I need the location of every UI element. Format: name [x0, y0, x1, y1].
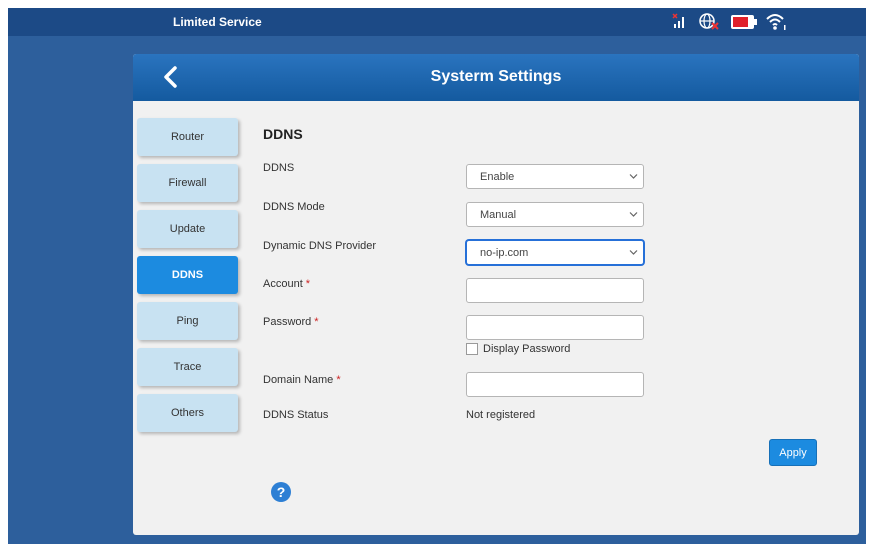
chevron-down-icon: [629, 250, 638, 255]
chevron-down-icon: [629, 212, 638, 217]
sidebar-item-others[interactable]: Others: [137, 394, 238, 432]
sidebar-item-update[interactable]: Update: [137, 210, 238, 248]
sidebar-item-ddns[interactable]: DDNS: [137, 256, 238, 294]
display-password-option[interactable]: Display Password: [466, 343, 570, 355]
domain-name-label-text: Domain Name: [263, 374, 334, 386]
password-input[interactable]: [466, 315, 644, 340]
domain-name-label: Domain Name *: [263, 374, 341, 386]
sidebar-item-label: Firewall: [168, 177, 207, 189]
settings-panel: Systerm Settings Router Firewall Update …: [133, 54, 859, 535]
chevron-down-icon: [629, 174, 638, 179]
ddns-mode-select-value: Manual: [480, 209, 517, 221]
sidebar-item-label: Router: [170, 131, 205, 143]
wifi-icon: [766, 14, 786, 30]
globe-no-connection-icon: [699, 13, 719, 30]
ddns-label: DDNS: [263, 162, 295, 174]
password-label-text: Password: [263, 316, 312, 328]
dns-provider-select[interactable]: no-ip.com: [466, 240, 644, 265]
account-label-text: Account: [263, 278, 303, 290]
sidebar-item-label: Update: [169, 223, 206, 235]
account-input[interactable]: [466, 278, 644, 303]
device-screen: Limited Service Systerm Settings Router …: [8, 8, 866, 544]
ddns-status-value: Not registered: [466, 409, 536, 421]
display-password-label: Display Password: [483, 343, 571, 355]
section-title: DDNS: [263, 126, 303, 142]
required-mark: *: [314, 316, 319, 328]
help-glyph: ?: [276, 484, 286, 500]
dns-provider-label: Dynamic DNS Provider: [263, 240, 377, 252]
sidebar-item-trace[interactable]: Trace: [137, 348, 238, 386]
apply-button[interactable]: Apply: [769, 439, 817, 466]
sidebar-item-ping[interactable]: Ping: [137, 302, 238, 340]
required-mark: *: [336, 374, 341, 386]
signal-icon: [672, 13, 684, 28]
ddns-mode-select[interactable]: Manual: [466, 202, 644, 227]
ddns-mode-label: DDNS Mode: [263, 201, 325, 213]
display-password-checkbox[interactable]: [466, 343, 478, 355]
page-title: Systerm Settings: [430, 68, 562, 85]
sidebar-item-label: DDNS: [171, 269, 204, 281]
status-bar: Limited Service: [8, 8, 866, 36]
sidebar-item-router[interactable]: Router: [137, 118, 238, 156]
service-status-text: Limited Service: [173, 15, 262, 29]
sidebar-item-label: Trace: [173, 361, 202, 373]
sidebar-item-label: Others: [170, 407, 204, 419]
sidebar-item-label: Ping: [176, 315, 199, 327]
dns-provider-select-value: no-ip.com: [480, 247, 529, 259]
account-label: Account *: [263, 278, 310, 290]
ddns-select-value: Enable: [480, 171, 515, 183]
required-mark: *: [305, 278, 311, 290]
domain-name-input[interactable]: [466, 372, 644, 397]
battery-icon: [731, 15, 757, 29]
sidebar-item-firewall[interactable]: Firewall: [137, 164, 238, 202]
ddns-select[interactable]: Enable: [466, 164, 644, 189]
ddns-status-label: DDNS Status: [263, 409, 329, 421]
password-label: Password *: [263, 316, 319, 328]
settings-header: Systerm Settings: [133, 54, 859, 101]
help-icon[interactable]: ?: [271, 482, 291, 502]
